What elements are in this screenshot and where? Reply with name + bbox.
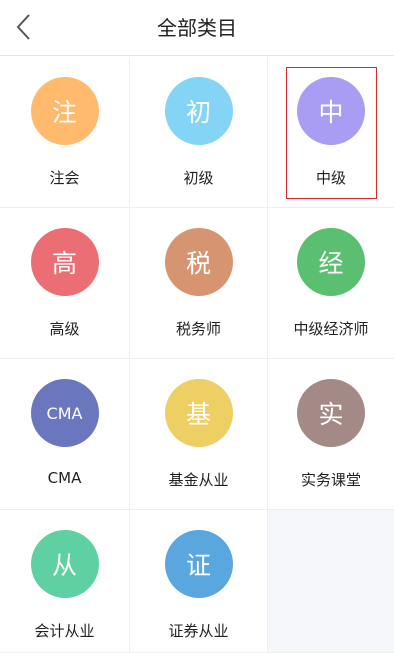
category-item-zhongji-jingjishi[interactable]: 经 中级经济师 <box>268 208 394 359</box>
category-item-zhuhui[interactable]: 注 注会 <box>0 57 130 208</box>
category-item-gaoji[interactable]: 高 高级 <box>0 208 130 359</box>
category-label: CMA <box>47 469 82 487</box>
zhu-icon: 注 <box>30 77 99 145</box>
header-bar: 全部类目 <box>0 0 394 56</box>
category-label: 基金从业 <box>168 471 229 489</box>
zheng-icon: 证 <box>164 530 233 598</box>
gao-icon: 高 <box>30 228 99 296</box>
category-grid: 注 注会 初 初级 中 中级 高 高级 税 税务师 经 中级经济师 CMA CM… <box>0 57 394 653</box>
jing-icon: 经 <box>297 228 365 296</box>
category-item-kuaiji-congye[interactable]: 从 会计从业 <box>0 510 130 653</box>
chu-icon: 初 <box>164 77 233 145</box>
ji-icon: 基 <box>164 379 233 447</box>
category-item-shuiwushi[interactable]: 税 税务师 <box>130 208 268 359</box>
category-label: 中级经济师 <box>293 320 369 338</box>
category-item-chuji[interactable]: 初 初级 <box>130 57 268 208</box>
cma-icon: CMA <box>30 379 99 447</box>
category-label: 会计从业 <box>34 622 95 640</box>
category-label: 注会 <box>49 169 80 187</box>
category-item-jijin-congye[interactable]: 基 基金从业 <box>130 359 268 510</box>
category-item-zhengquan-congye[interactable]: 证 证券从业 <box>130 510 268 653</box>
shi-icon: 实 <box>297 379 365 447</box>
category-item-shiwu-ketang[interactable]: 实 实务课堂 <box>268 359 394 510</box>
page-title: 全部类目 <box>157 16 237 40</box>
zhong-icon: 中 <box>297 77 365 145</box>
cong-icon: 从 <box>30 530 99 598</box>
category-label: 初级 <box>183 169 214 187</box>
category-label: 中级 <box>315 169 346 187</box>
category-label: 高级 <box>49 320 80 338</box>
empty-cell <box>268 510 394 653</box>
category-label: 税务师 <box>175 320 221 338</box>
category-item-zhongji[interactable]: 中 中级 <box>268 57 394 208</box>
shui-icon: 税 <box>164 228 233 296</box>
category-label: 实务课堂 <box>300 471 361 489</box>
category-label: 证券从业 <box>168 622 229 640</box>
category-item-cma[interactable]: CMA CMA <box>0 359 130 510</box>
